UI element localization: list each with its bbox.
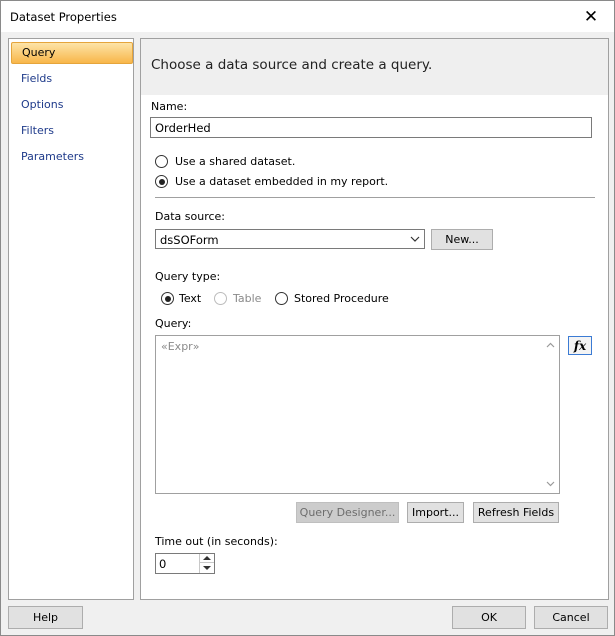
query-placeholder: «Expr» <box>161 340 200 353</box>
nav-item-label: Options <box>21 98 64 111</box>
nav-item-fields[interactable]: Fields <box>11 68 133 90</box>
nav-item-label: Filters <box>21 124 54 137</box>
timeout-spinner[interactable]: 0 <box>155 553 215 574</box>
embedded-dataset-label: Use a dataset embedded in my report. <box>175 175 389 188</box>
import-button[interactable]: Import... <box>407 502 464 523</box>
help-button[interactable]: Help <box>8 606 83 629</box>
page-title: Choose a data source and create a query. <box>151 57 433 73</box>
new-datasource-button[interactable]: New... <box>431 229 493 250</box>
nav-item-label: Fields <box>21 72 53 85</box>
ok-button[interactable]: OK <box>452 606 526 629</box>
embedded-dataset-radio[interactable] <box>155 175 168 188</box>
cancel-button[interactable]: Cancel <box>534 606 608 629</box>
spin-down-icon[interactable] <box>200 563 214 572</box>
nav-item-query[interactable]: Query <box>11 42 133 64</box>
timeout-value: 0 <box>159 557 167 571</box>
refresh-fields-label: Refresh Fields <box>477 506 555 519</box>
datasource-value: dsSOForm <box>160 233 219 247</box>
new-button-label: New... <box>445 233 479 246</box>
query-designer-label: Query Designer... <box>299 506 396 519</box>
name-field[interactable]: OrderHed <box>150 117 592 138</box>
query-type-text-radio[interactable] <box>161 292 174 305</box>
query-type-table-radio[interactable] <box>214 292 227 305</box>
import-label: Import... <box>412 506 459 519</box>
scroll-up-icon[interactable] <box>544 339 557 352</box>
datasource-label: Data source: <box>155 210 225 223</box>
ok-label: OK <box>481 611 497 624</box>
nav-item-options[interactable]: Options <box>11 94 133 116</box>
window-title: Dataset Properties <box>10 10 117 24</box>
close-button[interactable]: ✕ <box>568 1 614 32</box>
query-designer-button[interactable]: Query Designer... <box>296 502 399 523</box>
nav-item-label: Query <box>22 46 56 59</box>
query-page-panel: Choose a data source and create a query.… <box>140 38 609 600</box>
name-label: Name: <box>151 100 188 113</box>
shared-dataset-label: Use a shared dataset. <box>175 155 296 168</box>
scroll-down-icon[interactable] <box>544 477 557 490</box>
spinner-buttons <box>199 554 214 573</box>
query-type-text-label: Text <box>179 292 202 305</box>
nav-item-label: Parameters <box>21 150 84 163</box>
page-header: Choose a data source and create a query. <box>141 39 608 95</box>
shared-dataset-radio[interactable] <box>155 155 168 168</box>
title-bar: Dataset Properties ✕ <box>1 1 614 32</box>
query-type-stored-procedure-radio[interactable] <box>275 292 288 305</box>
nav-panel: Query Fields Options Filters Parameters <box>8 38 134 600</box>
refresh-fields-button[interactable]: Refresh Fields <box>473 502 559 523</box>
fx-icon: fx <box>573 338 587 353</box>
close-icon: ✕ <box>583 6 599 27</box>
spin-up-icon[interactable] <box>200 554 214 563</box>
query-type-stored-procedure-label: Stored Procedure <box>294 292 389 305</box>
query-text-area[interactable]: «Expr» <box>155 335 560 494</box>
query-label: Query: <box>155 317 192 330</box>
datasource-dropdown[interactable]: dsSOForm <box>155 229 425 249</box>
chevron-down-icon <box>409 232 421 246</box>
help-label: Help <box>32 611 59 624</box>
nav-item-parameters[interactable]: Parameters <box>11 146 133 168</box>
section-divider <box>155 197 595 198</box>
nav-item-filters[interactable]: Filters <box>11 120 133 142</box>
timeout-label: Time out (in seconds): <box>155 535 278 548</box>
query-scrollbar[interactable] <box>542 336 559 493</box>
cancel-label: Cancel <box>552 611 590 624</box>
dataset-properties-dialog: Dataset Properties ✕ Query Fields Option… <box>0 0 615 636</box>
query-type-label: Query type: <box>155 270 221 283</box>
expression-button[interactable]: fx <box>568 336 592 355</box>
query-type-table-label: Table <box>233 292 262 305</box>
name-value: OrderHed <box>155 120 211 135</box>
